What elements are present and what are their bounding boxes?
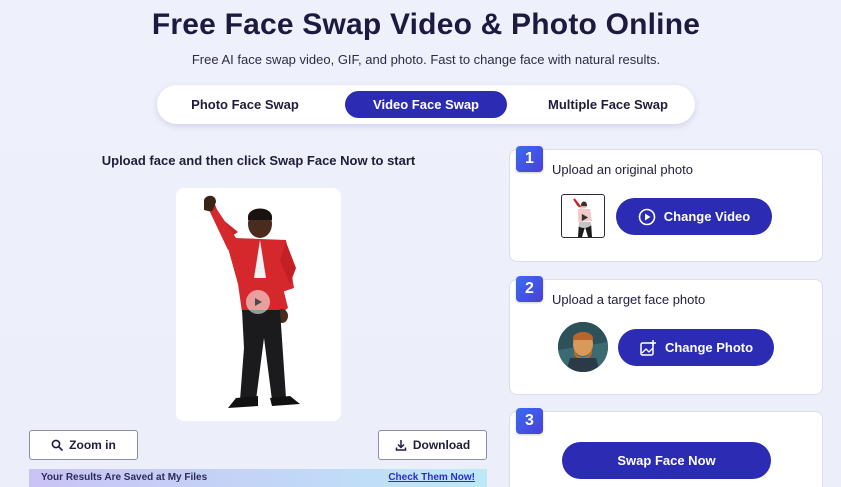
swap-face-now-button[interactable]: Swap Face Now — [562, 442, 771, 479]
download-label: Download — [412, 438, 471, 452]
mode-tabs: Photo Face Swap Video Face Swap Multiple… — [157, 85, 695, 124]
play-circle-icon — [638, 208, 656, 225]
change-photo-button[interactable]: Change Photo — [618, 329, 774, 366]
video-preview[interactable] — [176, 188, 341, 421]
tab-video-face-swap[interactable]: Video Face Swap — [345, 91, 507, 118]
step-1-card: 1 Upload an original photo Change Video — [509, 146, 823, 262]
portrait-thumbnail — [558, 322, 608, 372]
step-2-label: Upload a target face photo — [552, 292, 706, 307]
search-icon — [51, 439, 63, 451]
page-title: Free Face Swap Video & Photo Online — [151, 8, 701, 41]
download-icon — [395, 440, 407, 451]
step-2-badge: 2 — [516, 276, 543, 302]
tab-photo-face-swap[interactable]: Photo Face Swap — [169, 91, 321, 118]
image-add-icon — [640, 339, 656, 356]
saved-results-bar: Your Results Are Saved at My Files Check… — [29, 469, 487, 487]
saved-message: Your Results Are Saved at My Files — [41, 472, 208, 483]
tab-multiple-face-swap[interactable]: Multiple Face Swap — [529, 91, 687, 118]
download-button[interactable]: Download — [378, 430, 487, 460]
original-video-thumbnail[interactable] — [561, 194, 605, 238]
change-photo-label: Change Photo — [664, 340, 754, 355]
step-1-label: Upload an original photo — [552, 162, 693, 177]
step-1-badge: 1 — [516, 146, 543, 172]
check-them-now-link[interactable]: Check Them Now! — [388, 472, 475, 483]
step-3-badge: 3 — [516, 408, 543, 434]
page-subtitle: Free AI face swap video, GIF, and photo.… — [191, 52, 661, 67]
step-3-card: 3 Swap Face Now — [509, 408, 823, 487]
zoom-in-label: Zoom in — [69, 438, 116, 452]
step-2-card: 2 Upload a target face photo Change Phot… — [509, 276, 823, 395]
zoom-in-button[interactable]: Zoom in — [29, 430, 138, 460]
target-face-thumbnail[interactable] — [558, 322, 608, 372]
change-video-button[interactable]: Change Video — [616, 198, 772, 235]
swap-face-now-label: Swap Face Now — [617, 453, 716, 468]
play-icon[interactable] — [246, 290, 270, 314]
change-video-label: Change Video — [663, 209, 751, 224]
upload-hint: Upload face and then click Swap Face Now… — [101, 153, 416, 168]
thumbnail-play-icon — [573, 206, 595, 228]
